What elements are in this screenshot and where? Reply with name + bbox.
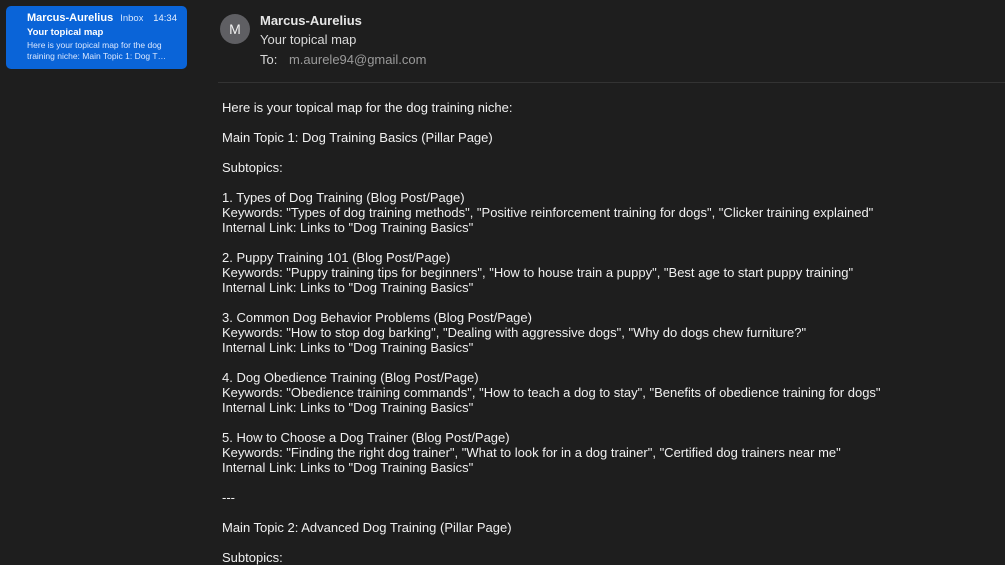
recipient-row: To: m.aurele94@gmail.com	[260, 52, 426, 67]
main-topic-heading: Main Topic 1: Dog Training Basics (Pilla…	[222, 130, 493, 145]
email-body: Here is your topical map for the dog tra…	[222, 100, 1002, 565]
mail-app-window: Marcus-Aurelius Inbox 14:34 Your topical…	[0, 0, 1005, 565]
section-separator: ---	[222, 490, 235, 505]
subtopic-internal-link: Internal Link: Links to "Dog Training Ba…	[222, 220, 474, 235]
avatar: M	[220, 14, 250, 44]
subtopics-label: Subtopics:	[222, 160, 283, 175]
subtopic-keywords: Keywords: "Finding the right dog trainer…	[222, 445, 841, 460]
subtopic-internal-link: Internal Link: Links to "Dog Training Ba…	[222, 340, 474, 355]
subtopic-title: 2. Puppy Training 101 (Blog Post/Page)	[222, 250, 451, 265]
message-time: 14:34	[153, 13, 177, 24]
body-intro: Here is your topical map for the dog tra…	[222, 100, 513, 115]
subtopics-label: Subtopics:	[222, 550, 283, 565]
subtopic-keywords: Keywords: "Obedience training commands",…	[222, 385, 881, 400]
email-header: M Marcus-Aurelius Your topical map To: m…	[196, 0, 1005, 84]
reading-pane: M Marcus-Aurelius Your topical map To: m…	[196, 0, 1005, 565]
subtopic-internal-link: Internal Link: Links to "Dog Training Ba…	[222, 280, 474, 295]
subtopic-keywords: Keywords: "How to stop dog barking", "De…	[222, 325, 807, 340]
message-mailbox: Inbox	[120, 13, 144, 24]
subtopic-block: 5. How to Choose a Dog Trainer (Blog Pos…	[222, 430, 1002, 475]
main-topic-heading: Main Topic 2: Advanced Dog Training (Pil…	[222, 520, 512, 535]
header-divider	[218, 82, 1005, 83]
subtopic-title: 5. How to Choose a Dog Trainer (Blog Pos…	[222, 430, 510, 445]
message-list-item-header: Marcus-Aurelius Inbox 14:34	[27, 12, 177, 26]
subtopic-internal-link: Internal Link: Links to "Dog Training Ba…	[222, 400, 474, 415]
subtopic-title: 3. Common Dog Behavior Problems (Blog Po…	[222, 310, 532, 325]
subtopic-block: 1. Types of Dog Training (Blog Post/Page…	[222, 190, 1002, 235]
subtopic-block: 4. Dog Obedience Training (Blog Post/Pag…	[222, 370, 1002, 415]
email-subject: Your topical map	[260, 32, 357, 47]
message-sender: Marcus-Aurelius	[27, 12, 114, 24]
message-preview: Here is your topical map for the dog tra…	[27, 40, 167, 61]
recipient-address[interactable]: m.aurele94@gmail.com	[289, 52, 426, 67]
subtopic-title: 1. Types of Dog Training (Blog Post/Page…	[222, 190, 465, 205]
subtopic-keywords: Keywords: "Types of dog training methods…	[222, 205, 874, 220]
subtopic-block: 3. Common Dog Behavior Problems (Blog Po…	[222, 310, 1002, 355]
message-subject: Your topical map	[27, 27, 104, 38]
subtopic-block: 2. Puppy Training 101 (Blog Post/Page) K…	[222, 250, 1002, 295]
subtopic-keywords: Keywords: "Puppy training tips for begin…	[222, 265, 854, 280]
sender-name[interactable]: Marcus-Aurelius	[260, 13, 362, 28]
subtopic-title: 4. Dog Obedience Training (Blog Post/Pag…	[222, 370, 479, 385]
subtopic-internal-link: Internal Link: Links to "Dog Training Ba…	[222, 460, 474, 475]
to-label: To:	[260, 52, 278, 67]
message-list-item-selected[interactable]: Marcus-Aurelius Inbox 14:34 Your topical…	[6, 6, 187, 69]
message-list: Marcus-Aurelius Inbox 14:34 Your topical…	[0, 0, 196, 565]
